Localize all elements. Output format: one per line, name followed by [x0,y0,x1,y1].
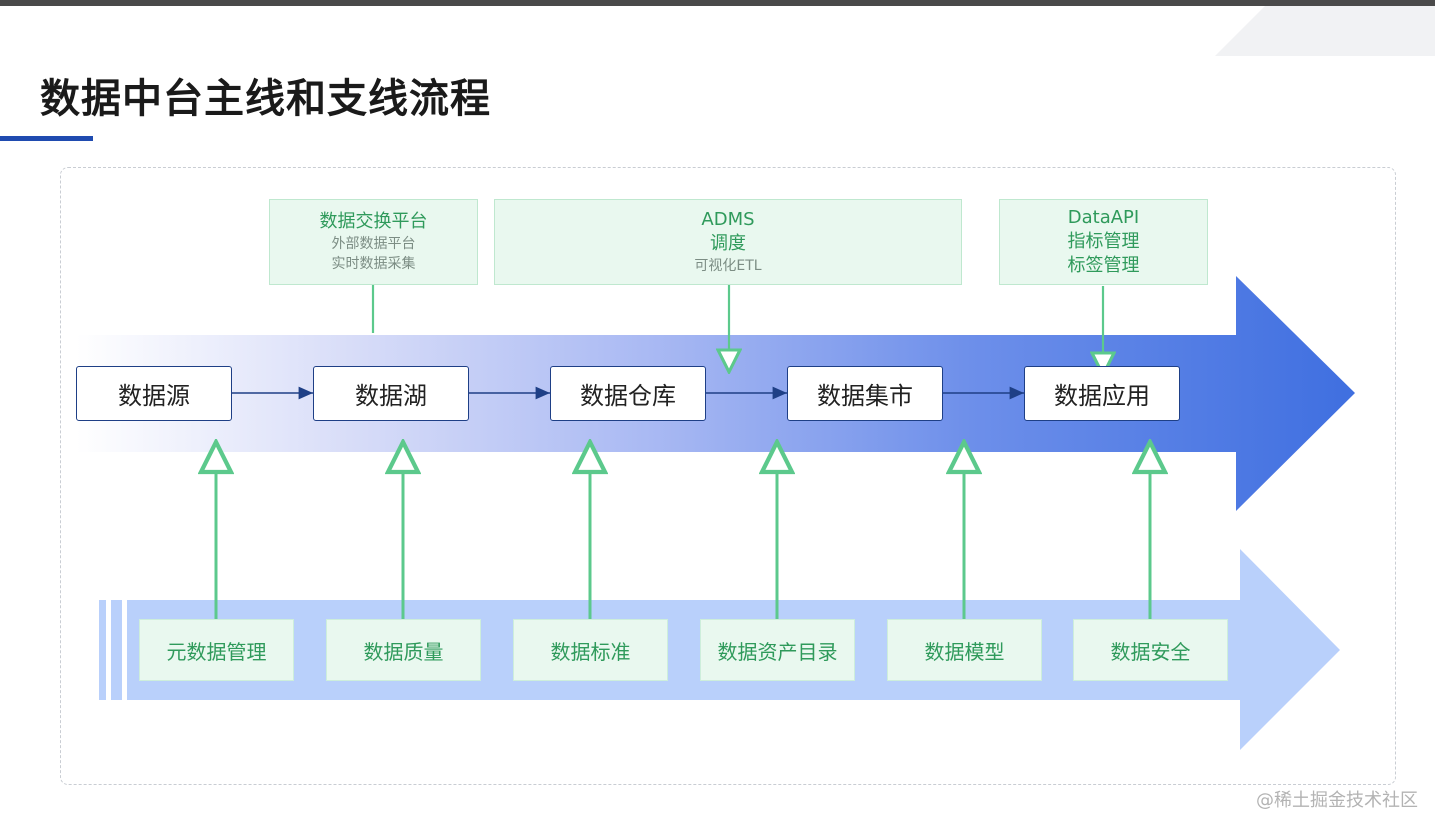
metric-management-label: 指标管理 [1067,231,1140,252]
schedule-label: 调度 [710,233,746,254]
tag-management-label: 标签管理 [1067,255,1140,276]
support-data-model: 数据模型 [887,619,1042,681]
node-data-source: 数据源 [76,366,232,421]
node-data-warehouse: 数据仓库 [550,366,706,421]
support-data-quality: 数据质量 [326,619,481,681]
visual-etl-label: 可视化ETL [694,258,762,274]
adms-title: ADMS [701,209,755,230]
realtime-collection-label: 实时数据采集 [331,256,416,272]
dataapi-title: DataAPI [1067,207,1140,228]
watermark: @稀土掘金技术社区 [1256,790,1418,811]
external-data-platform-label: 外部数据平台 [331,236,416,252]
node-data-lake: 数据湖 [313,366,469,421]
dataapi-box: DataAPI 指标管理 标签管理 [999,199,1208,285]
node-data-mart: 数据集市 [787,366,943,421]
support-data-asset-catalog: 数据资产目录 [700,619,855,681]
exchange-platform-box: 数据交换平台 外部数据平台 实时数据采集 [269,199,478,285]
adms-box: ADMS 调度 可视化ETL [494,199,962,285]
support-metadata-management: 元数据管理 [139,619,294,681]
node-data-application: 数据应用 [1024,366,1180,421]
exchange-platform-title: 数据交换平台 [319,211,428,232]
support-data-standard: 数据标准 [513,619,668,681]
support-data-security: 数据安全 [1073,619,1228,681]
